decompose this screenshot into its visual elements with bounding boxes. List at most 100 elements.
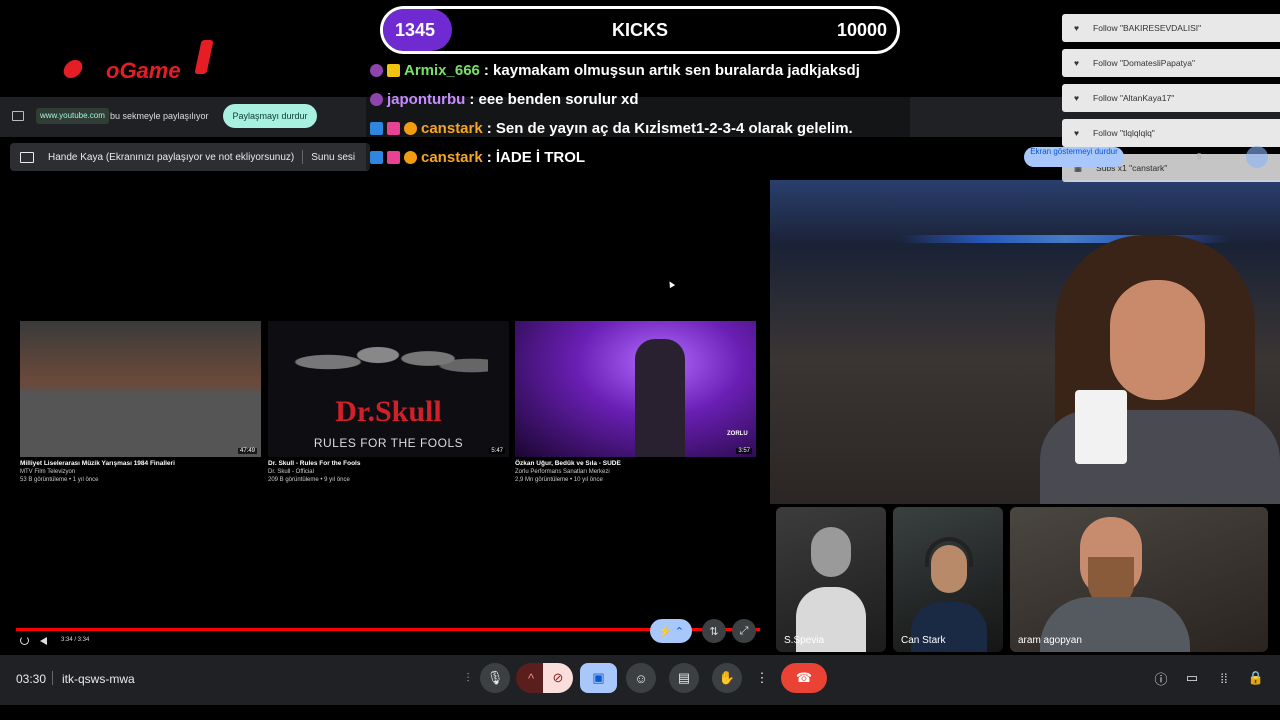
raise-hand-button[interactable]: ✋ xyxy=(712,663,742,693)
headset-icon xyxy=(925,537,973,567)
tier-icon xyxy=(404,121,417,135)
video-duration: 3:57 xyxy=(736,448,752,454)
badge-icon xyxy=(370,150,383,164)
meeting-clock: 03:30 xyxy=(16,672,47,686)
host-controls-button[interactable]: 🔒 xyxy=(1241,663,1271,693)
chat-text: : kaymakam olmuşsun artık sen buralarda … xyxy=(483,61,860,79)
alert-text: Follow "AltanKaya17" xyxy=(1093,93,1175,103)
activities-button[interactable]: ⁞⁞ xyxy=(1209,663,1239,693)
video-stats: 2,9 Mn görüntüleme • 10 yıl önce xyxy=(515,477,603,483)
microphone-button[interactable]: 🎙 xyxy=(480,663,510,693)
camera-options-button[interactable]: ^ xyxy=(516,663,546,693)
participant-avatar xyxy=(811,527,851,577)
heart-icon: ♥ xyxy=(1074,93,1080,103)
meeting-code[interactable]: itk-qsws-mwa xyxy=(62,672,135,686)
poster-logo: ZORLU xyxy=(727,431,748,437)
chat-message: canstark : İADE İ TROL xyxy=(368,144,585,170)
gift-icon xyxy=(387,121,400,135)
presentation-audio-toggle[interactable]: Sunu sesi xyxy=(311,152,355,163)
follow-alert: ♥ Follow "BAKIRESEVDALISI" xyxy=(1062,14,1280,42)
participant-tile[interactable]: Can Stark xyxy=(893,507,1003,652)
alert-text: Follow "DomatesliPapatya" xyxy=(1093,58,1195,68)
end-call-icon: ☎ xyxy=(795,670,813,685)
pen-tool-button[interactable]: ⚡ ⌃ xyxy=(650,619,692,643)
poster-subtitle: RULES FOR THE FOOLS xyxy=(313,436,464,450)
video-channel[interactable]: Dr. Skull - Official xyxy=(268,468,509,476)
reactions-button[interactable]: ☺ xyxy=(626,663,656,693)
captions-button[interactable]: ▤ xyxy=(669,663,699,693)
participant-name: Can Stark xyxy=(901,635,946,646)
presented-tab: 47:49 Milliyet Liselerarası Müzik Yarışm… xyxy=(12,182,764,652)
stop-presenting-button[interactable]: Ekran göstermeyi durdur xyxy=(1024,147,1124,167)
meeting-details-button[interactable]: ⓘ xyxy=(1146,663,1176,693)
participant-tile[interactable]: aram agopyan xyxy=(1010,507,1268,652)
video-title[interactable]: Özkan Uğur, Bedük ve Sıla - SUDE xyxy=(515,460,756,468)
camera-off-icon: ⊘ xyxy=(552,670,564,685)
video-title[interactable]: Dr. Skull - Rules For the Fools xyxy=(268,460,509,468)
lock-icon: 🔒 xyxy=(1247,670,1265,685)
logo-exclaim-icon xyxy=(194,40,214,74)
follow-alert: ♥ Follow "AltanKaya17" xyxy=(1062,84,1280,112)
apps-grid-icon: ⁞⁞ xyxy=(1220,670,1228,686)
present-button[interactable]: ▣ xyxy=(580,663,617,693)
video-progress-track[interactable] xyxy=(16,628,760,631)
present-icon xyxy=(20,151,34,163)
stop-sharing-button[interactable]: Paylaşmayı durdur xyxy=(223,104,317,128)
chat-message: japonturbu : eee benden sorulur xd xyxy=(368,86,639,112)
kicks-goal: 10000 xyxy=(836,20,887,40)
heart-icon: ♥ xyxy=(1074,128,1080,138)
emoji-icon: ☺ xyxy=(634,670,648,686)
video-meta: Milliyet Liselerarası Müzik Yarışması 19… xyxy=(20,460,261,484)
badge-icon xyxy=(370,121,383,135)
chat-text: : İADE İ TROL xyxy=(486,148,586,166)
badge-icon xyxy=(370,63,383,77)
video-stats: 53 B görüntüleme • 1 yıl önce xyxy=(20,477,99,483)
info-icon: ⓘ xyxy=(1154,671,1168,687)
chat-text: : eee benden sorulur xd xyxy=(469,90,639,108)
annotation-toolbar: ⚡ ⌃ ⇅ ⤢ xyxy=(650,619,758,643)
thumb-stage xyxy=(20,391,261,457)
video-title[interactable]: Milliyet Liselerarası Müzik Yarışması 19… xyxy=(20,460,261,468)
singer-figure xyxy=(635,339,685,457)
camera-button[interactable]: ⊘ xyxy=(543,663,573,693)
participant-tile[interactable]: S.Spevia xyxy=(776,507,886,652)
chat-user: Armix_666 xyxy=(404,61,480,79)
video-progress-fill xyxy=(16,628,760,631)
logo-text: oGame xyxy=(106,58,181,83)
more-options-button[interactable]: ⋮ xyxy=(752,663,772,693)
video-thumbnail[interactable]: ZORLU 3:57 xyxy=(515,321,756,457)
add-icon[interactable] xyxy=(1246,146,1268,168)
tab-share-icon xyxy=(12,111,24,121)
follow-alert: ♥ Follow "DomatesliPapatya" xyxy=(1062,49,1280,77)
video-meta: Dr. Skull - Rules For the Fools Dr. Skul… xyxy=(268,460,509,484)
video-channel[interactable]: Zorlu Performans Sanatları Merkezi xyxy=(515,468,756,476)
chat-user: canstark xyxy=(421,119,483,137)
present-screen-icon: ▣ xyxy=(592,670,605,685)
video-thumbnail[interactable]: 47:49 xyxy=(20,321,261,457)
heart-icon: ♥ xyxy=(1074,58,1080,68)
url-chip: www.youtube.com xyxy=(36,108,109,124)
chevron-up-icon: ^ xyxy=(527,670,535,686)
fullscreen-icon[interactable]: ⤢ xyxy=(732,619,756,643)
microphone-icon: 🎙 xyxy=(486,670,504,685)
chat-user: japonturbu xyxy=(387,90,466,108)
tier-icon xyxy=(404,150,417,164)
replay-icon[interactable] xyxy=(20,636,29,645)
alert-text: Follow "BAKIRESEVDALISI" xyxy=(1093,23,1202,33)
alert-text: Follow "tlqlqlqlq" xyxy=(1093,128,1155,138)
chat-message: canstark : Sen de yayın aç da Kızİsmet1-… xyxy=(368,115,853,141)
volume-icon[interactable] xyxy=(40,637,47,645)
captions-icon: ▤ xyxy=(677,670,691,685)
crown-icon xyxy=(387,63,400,77)
poster-faces xyxy=(288,327,488,397)
video-channel[interactable]: MTV Film Televizyon xyxy=(20,468,261,476)
more-vert-icon: ⋮ xyxy=(755,670,769,685)
chat-button[interactable]: ▭ xyxy=(1177,663,1207,693)
move-toolbar-icon[interactable]: ⇅ xyxy=(702,619,726,643)
gift-icon xyxy=(387,150,400,164)
follow-alert: ♥ Follow "tlqlqlqlq" xyxy=(1062,119,1280,147)
stream-logo: oGame xyxy=(61,38,222,86)
video-thumbnail[interactable]: Dr.Skull RULES FOR THE FOOLS 5:47 xyxy=(268,321,509,457)
sharing-text: bu sekmeyle paylaşılıyor xyxy=(110,111,209,121)
leave-call-button[interactable]: ☎ xyxy=(781,663,827,693)
